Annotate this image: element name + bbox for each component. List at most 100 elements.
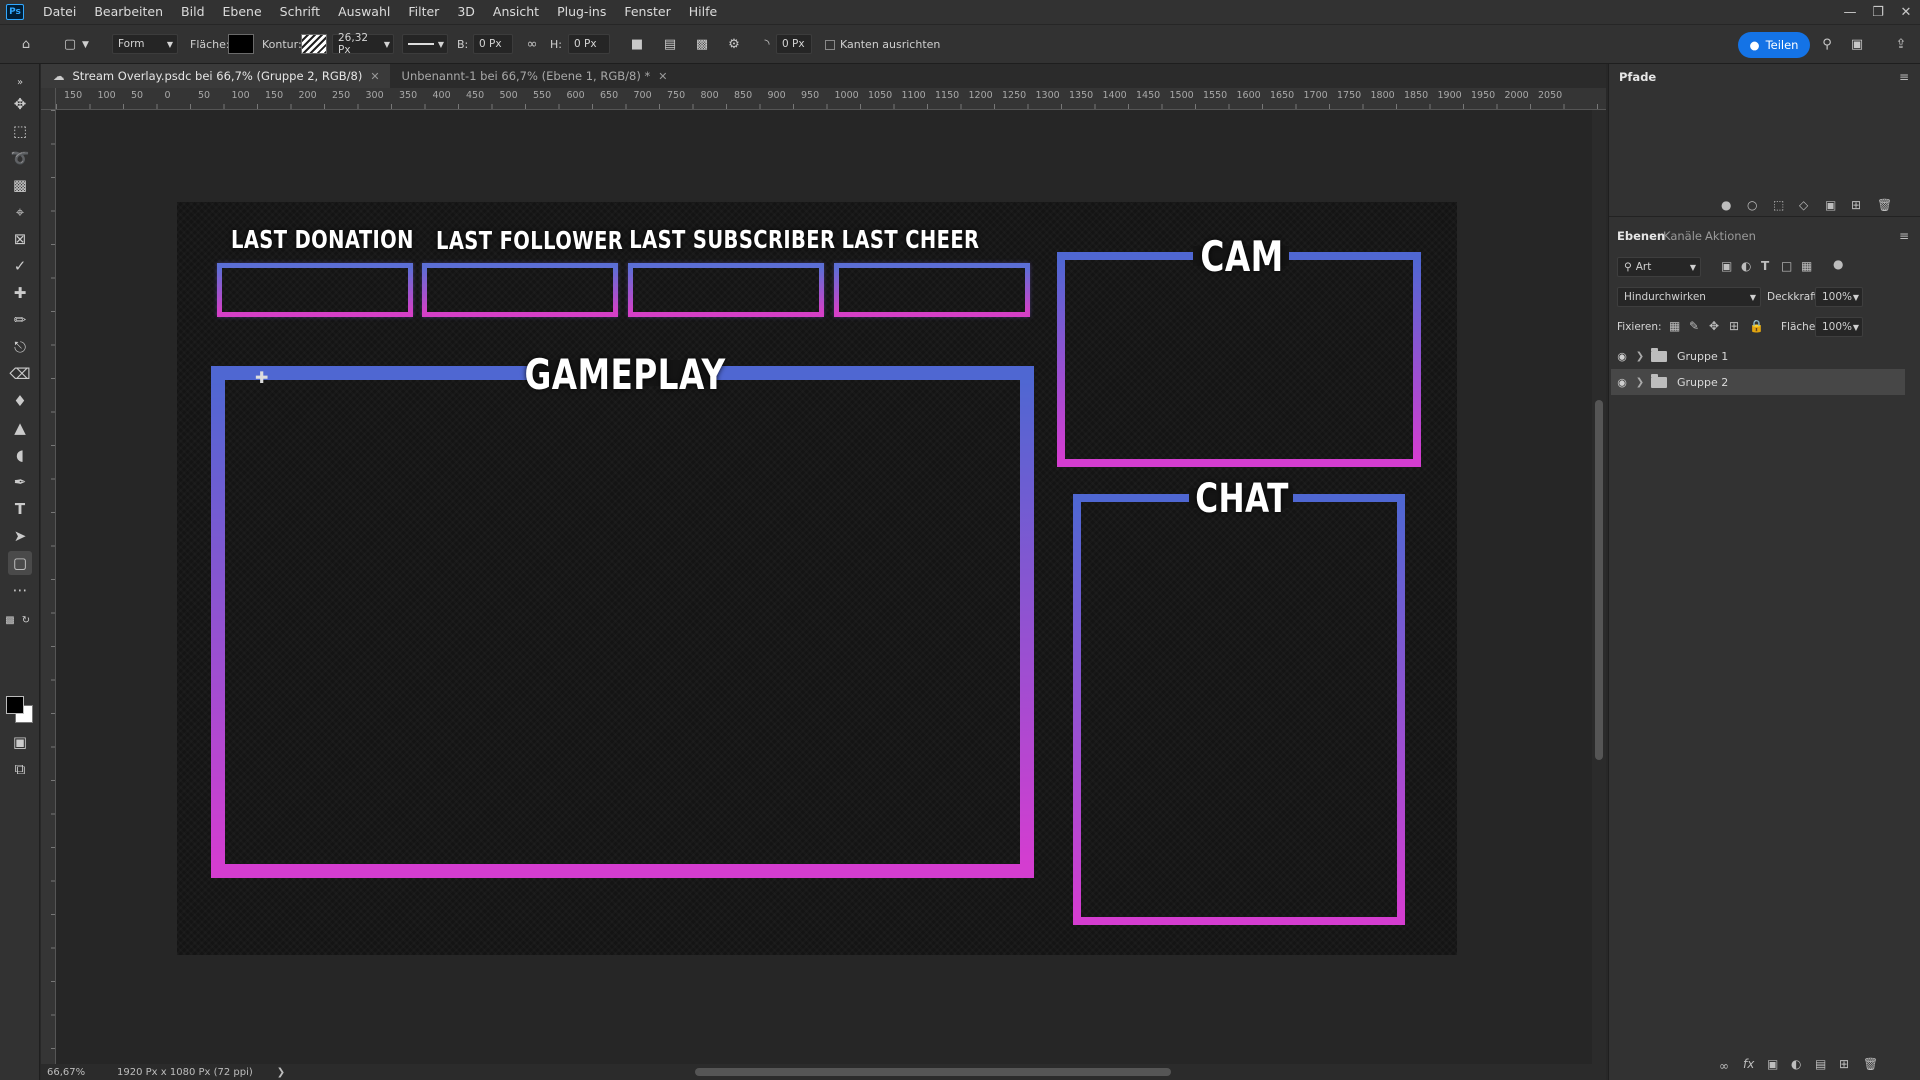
close-icon[interactable]: ✕ [658,70,667,83]
menu-ebene[interactable]: Ebene [214,0,271,24]
rectangle-tool-icon[interactable]: ▢ [8,551,32,575]
filter-adjustment-icon[interactable]: ◐ [1741,259,1751,273]
stroke-swatch[interactable] [301,34,327,54]
height-field[interactable]: 0 Px [568,34,610,54]
menu-3d[interactable]: 3D [448,0,484,24]
width-field[interactable]: 0 Px [473,34,513,54]
vertical-ruler[interactable] [41,110,56,1070]
restore-icon[interactable]: ❐ [1864,0,1892,24]
link-icon[interactable]: ∞ [522,34,542,54]
stroke-path-icon[interactable]: ○ [1747,198,1757,212]
eyedropper-tool-icon[interactable]: ✓ [8,254,32,278]
workspace-icon[interactable]: ▣ [1847,34,1867,54]
menu-fenster[interactable]: Fenster [615,0,679,24]
align-edges-checkbox[interactable] [825,39,835,50]
panel-menu-icon[interactable]: ≡ [1899,229,1909,243]
quick-mask-icon[interactable]: ▣ [8,730,32,754]
close-icon[interactable]: ✕ [370,70,379,83]
dodge-tool-icon[interactable]: ◖ [8,443,32,467]
menu-hilfe[interactable]: Hilfe [680,0,726,24]
minimize-icon[interactable]: — [1836,0,1864,24]
trash-icon[interactable]: 🗑 [1877,198,1892,212]
make-path-icon[interactable]: ◇ [1799,198,1808,212]
gear-icon[interactable]: ⚙ [724,34,744,54]
status-arrow-icon[interactable]: ❯ [277,1067,285,1078]
tab-stream-overlay[interactable]: ☁ Stream Overlay.psdc bei 66,7% (Gruppe … [41,64,390,88]
object-selection-tool-icon[interactable]: ▩ [8,173,32,197]
path-operations-icon[interactable]: ■ [627,34,647,54]
fill-swatch[interactable] [228,34,254,54]
menu-ansicht[interactable]: Ansicht [484,0,548,24]
fill-field[interactable]: 100% ▼ [1815,317,1863,337]
search-icon[interactable]: ⚲ [1817,34,1837,54]
brush-tool-icon[interactable]: ✏ [8,308,32,332]
new-group-icon[interactable]: ▤ [1815,1057,1826,1071]
screen-mode-icon[interactable]: ⧉ [8,757,32,781]
adjustment-layer-icon[interactable]: ◐ [1791,1057,1801,1071]
delete-layer-icon[interactable]: 🗑 [1863,1057,1878,1071]
radius-field[interactable]: 0 Px [776,34,812,54]
export-icon[interactable]: ⇪ [1891,34,1911,54]
new-path-icon[interactable]: ⊞ [1851,198,1861,212]
toolbar-collapse-icon[interactable]: » [8,70,32,94]
tab-unbenannt[interactable]: Unbenannt-1 bei 66,7% (Ebene 1, RGB/8) *… [389,64,678,88]
chevron-right-icon[interactable]: ❯ [1633,351,1647,362]
path-alignment-icon[interactable]: ▤ [660,34,680,54]
preset-chevron-icon[interactable]: ▼ [82,25,89,64]
lock-all-icon[interactable]: 🔒 [1749,319,1764,333]
stroke-style-select[interactable]: ▼ [402,34,448,54]
frame-tool-icon[interactable]: ⊠ [8,227,32,251]
layer-row-gruppe-2[interactable]: ◉ ❯ Gruppe 2 [1611,369,1905,395]
layer-mask-icon[interactable]: ▣ [1767,1057,1778,1071]
filter-type-icon[interactable]: T [1761,259,1769,273]
add-mask-icon[interactable]: ▣ [1825,198,1836,212]
vertical-scroll-thumb[interactable] [1595,400,1603,760]
opacity-field[interactable]: 100% ▼ [1815,287,1863,307]
tab-aktionen[interactable]: Aktionen [1705,229,1756,243]
hand-tool-icon[interactable]: ⋯ [8,578,32,602]
filter-toggle-icon[interactable]: ● [1833,257,1843,271]
shape-tool-preset-icon[interactable]: ▢ [60,34,80,54]
eye-icon[interactable]: ◉ [1611,350,1633,363]
chevron-right-icon[interactable]: ❯ [1633,377,1647,388]
paint-bucket-tool-icon[interactable]: ♦ [8,389,32,413]
horizontal-scroll-thumb[interactable] [695,1068,1171,1076]
close-window-icon[interactable]: ✕ [1892,0,1920,24]
type-tool-icon[interactable]: T [8,497,32,521]
fx-icon[interactable]: fx [1743,1057,1754,1071]
move-tool-icon[interactable]: ✥ [8,92,32,116]
lock-artboard-icon[interactable]: ⊞ [1729,319,1739,333]
eye-icon[interactable]: ◉ [1611,376,1633,389]
filter-pixel-icon[interactable]: ▣ [1721,259,1732,273]
menu-filter[interactable]: Filter [399,0,448,24]
blur-tool-icon[interactable]: ▲ [8,416,32,440]
home-icon[interactable]: ⌂ [16,34,36,54]
filter-shape-icon[interactable]: □ [1781,259,1792,273]
pen-tool-icon[interactable]: ✒ [8,470,32,494]
menu-schrift[interactable]: Schrift [271,0,329,24]
menu-auswahl[interactable]: Auswahl [329,0,399,24]
lock-position-icon[interactable]: ✥ [1709,319,1719,333]
clone-stamp-tool-icon[interactable]: ⎋ [8,335,32,359]
menu-plugins[interactable]: Plug-ins [548,0,615,24]
layer-filter-select[interactable]: ⚲ Art ▼ [1617,257,1701,277]
foreground-color-swatch[interactable] [6,696,24,714]
tab-pfade[interactable]: Pfade [1619,70,1656,84]
stroke-size-field[interactable]: 26,32 Px ▼ [332,32,394,56]
load-selection-icon[interactable]: ⬚ [1773,198,1784,212]
healing-brush-tool-icon[interactable]: ✚ [8,281,32,305]
filter-smart-object-icon[interactable]: ▦ [1801,259,1812,273]
menu-bearbeiten[interactable]: Bearbeiten [85,0,172,24]
eraser-tool-icon[interactable]: ⌫ [8,362,32,386]
lock-pixels-icon[interactable]: ✎ [1689,319,1699,333]
marquee-tool-icon[interactable]: ⬚ [8,119,32,143]
lock-transparency-icon[interactable]: ▦ [1669,319,1680,333]
default-colors-icon[interactable]: ▩ [4,608,16,632]
link-layers-icon[interactable]: ∞ [1719,1059,1729,1073]
path-selection-tool-icon[interactable]: ➤ [8,524,32,548]
crop-tool-icon[interactable]: ⌖ [8,200,32,224]
tab-kanaele[interactable]: Kanäle [1663,229,1702,243]
blend-mode-select[interactable]: Hindurchwirken ▼ [1617,287,1761,307]
horizontal-ruler[interactable]: 150 100 50 0 50 100 150 200 250 300 350 400 450 500 55… [56,88,1606,110]
layer-row-gruppe-1[interactable]: ◉ ❯ Gruppe 1 [1611,343,1905,369]
